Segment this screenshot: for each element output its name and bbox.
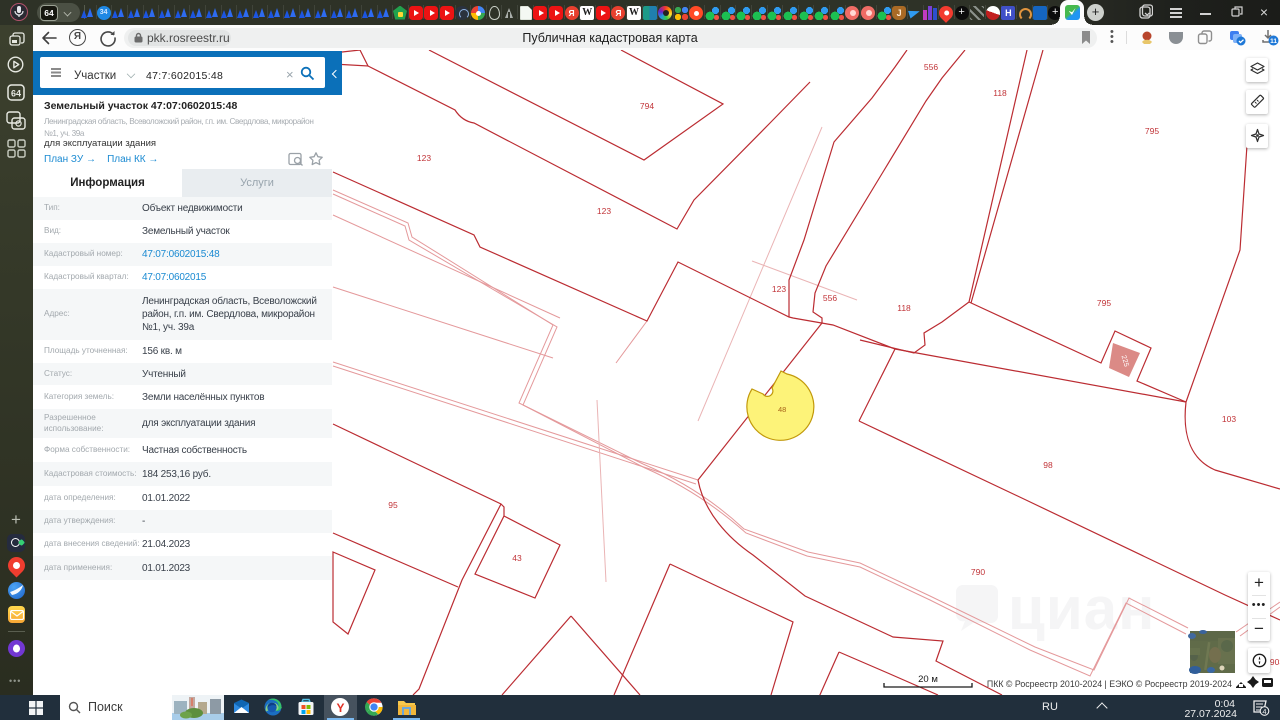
svg-text:795: 795 <box>1097 298 1111 308</box>
svg-text:43: 43 <box>512 553 522 563</box>
svg-text:123: 123 <box>417 153 431 163</box>
svg-text:95: 95 <box>388 500 398 510</box>
svg-text:118: 118 <box>897 303 911 313</box>
svg-text:20 м: 20 м <box>918 674 938 685</box>
svg-text:48: 48 <box>778 405 786 414</box>
svg-text:123: 123 <box>772 284 786 294</box>
svg-text:795: 795 <box>1145 126 1159 136</box>
svg-text:794: 794 <box>640 101 654 111</box>
svg-text:123: 123 <box>597 206 611 216</box>
svg-text:ПКК © Росреестр 2010-2024 | ЕЭ: ПКК © Росреестр 2010-2024 | ЕЭКО © Росре… <box>987 679 1232 689</box>
svg-text:118: 118 <box>993 88 1007 98</box>
svg-text:790: 790 <box>971 567 985 577</box>
svg-text:98: 98 <box>1043 460 1053 470</box>
svg-text:циан: циан <box>1008 575 1155 642</box>
svg-text:903: 903 <box>1270 657 1280 667</box>
svg-text:4: 4 <box>1262 707 1266 716</box>
svg-text:103: 103 <box>1222 414 1236 424</box>
svg-text:556: 556 <box>823 293 837 303</box>
svg-text:64: 64 <box>11 89 21 99</box>
svg-text:11: 11 <box>1270 38 1277 45</box>
svg-text:556: 556 <box>924 62 938 72</box>
